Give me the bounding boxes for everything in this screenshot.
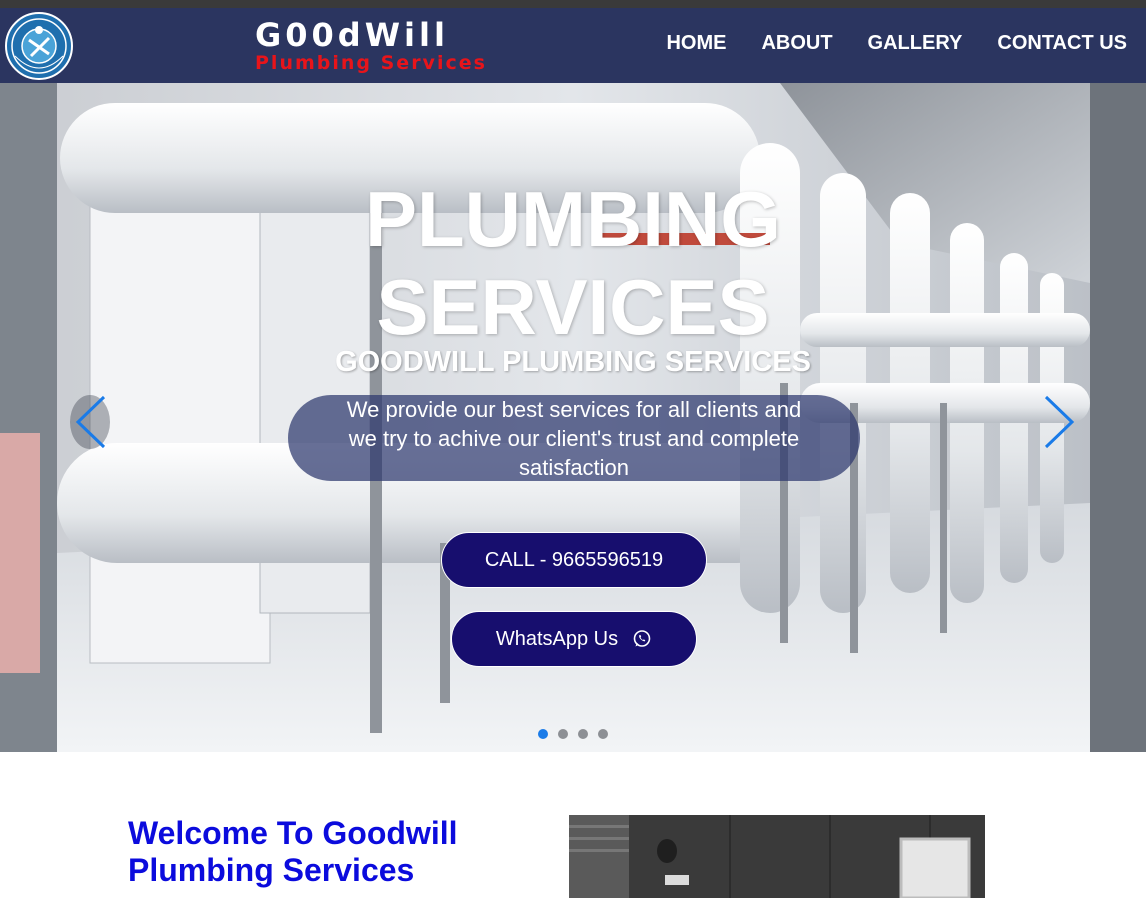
hero-title-line-1: PLUMBING bbox=[365, 175, 781, 263]
call-button[interactable]: CALL - 9665596519 bbox=[441, 532, 707, 588]
brand-subtitle: Plumbing Services bbox=[255, 52, 487, 74]
carousel-next-button[interactable] bbox=[1040, 395, 1080, 449]
carousel-indicators bbox=[0, 729, 1146, 739]
chevron-left-icon bbox=[70, 395, 110, 449]
hero-carousel: PLUMBING SERVICES GOODWILL PLUMBING SERV… bbox=[0, 83, 1146, 752]
hero-description: We provide our best services for all cli… bbox=[288, 395, 860, 481]
hero-subtitle: GOODWILL PLUMBING SERVICES bbox=[335, 346, 811, 378]
whatsapp-button[interactable]: WhatsApp Us bbox=[451, 611, 697, 667]
whatsapp-button-label: WhatsApp Us bbox=[495, 627, 619, 650]
hero-title-line-2: SERVICES bbox=[376, 263, 770, 351]
carousel-dot-4[interactable] bbox=[598, 729, 608, 739]
welcome-heading-line-1: Welcome To Goodwill bbox=[128, 815, 458, 851]
welcome-heading-line-2: Plumbing Services bbox=[128, 852, 415, 888]
hero-title: PLUMBING SERVICES bbox=[0, 175, 1146, 351]
nav-contact-us[interactable]: CONTACT US bbox=[997, 32, 1127, 55]
site-header: G00dWill Plumbing Services HOME ABOUT GA… bbox=[0, 8, 1146, 83]
whatsapp-icon bbox=[633, 630, 651, 647]
carousel-dot-1[interactable] bbox=[538, 729, 548, 739]
hero-description-line-1: We provide our best services for all cli… bbox=[346, 397, 802, 422]
nav-gallery[interactable]: GALLERY bbox=[868, 32, 963, 55]
site-logo[interactable] bbox=[5, 10, 73, 82]
bathroom-photo bbox=[569, 815, 985, 898]
welcome-heading: Welcome To Goodwill Plumbing Services bbox=[128, 815, 458, 889]
chevron-right-icon bbox=[1044, 395, 1075, 449]
carousel-dot-3[interactable] bbox=[578, 729, 588, 739]
call-button-label: CALL - 9665596519 bbox=[484, 548, 664, 571]
carousel-prev-button[interactable] bbox=[70, 395, 110, 449]
nav-about[interactable]: ABOUT bbox=[761, 32, 832, 55]
main-nav: HOME ABOUT GALLERY CONTACT US bbox=[631, 32, 1127, 55]
hero-description-line-2: we try to achive our client's trust and … bbox=[348, 426, 800, 451]
hero-description-line-3: satisfaction bbox=[518, 455, 630, 480]
brand-name: G00dWill bbox=[255, 16, 449, 54]
browser-top-strip bbox=[0, 0, 1146, 8]
carousel-dot-2[interactable] bbox=[558, 729, 568, 739]
nav-home[interactable]: HOME bbox=[666, 32, 726, 55]
